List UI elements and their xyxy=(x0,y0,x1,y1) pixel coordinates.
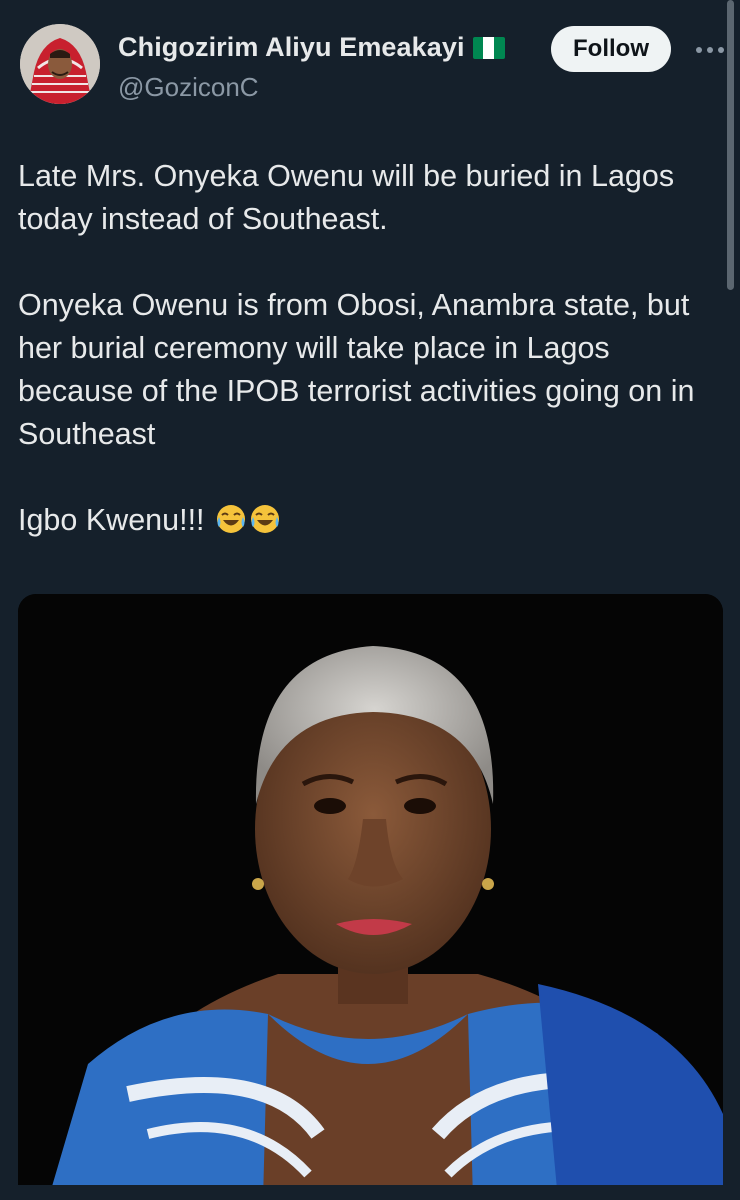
tears-of-joy-emoji-icon xyxy=(217,505,245,533)
scrollbar[interactable] xyxy=(727,0,734,290)
tweet-header: Chigozirim Aliyu Emeakayi @GoziconC Foll… xyxy=(0,0,740,130)
author-name-row: Chigozirim Aliyu Emeakayi xyxy=(118,32,505,63)
author-display-name[interactable]: Chigozirim Aliyu Emeakayi xyxy=(118,32,465,63)
portrait-photo xyxy=(18,594,723,1200)
tears-of-joy-emoji-icon xyxy=(251,505,279,533)
tweet-paragraph-last: Igbo Kwenu!!! xyxy=(18,499,718,542)
avatar-image xyxy=(20,24,100,104)
bottom-strip xyxy=(0,1185,740,1200)
tweet-paragraph: Late Mrs. Onyeka Owenu will be buried in… xyxy=(18,159,675,236)
tweet-photo[interactable] xyxy=(18,594,723,1200)
more-options-icon[interactable] xyxy=(690,30,730,70)
tweet-paragraph: Onyeka Owenu is from Obosi, Anambra stat… xyxy=(18,288,695,451)
follow-button[interactable]: Follow xyxy=(551,26,671,72)
nigeria-flag-icon xyxy=(472,36,505,59)
tweet-text: Late Mrs. Onyeka Owenu will be buried in… xyxy=(18,155,718,542)
author-avatar[interactable] xyxy=(20,24,100,104)
author-handle[interactable]: @GoziconC xyxy=(118,72,259,103)
tweet-paragraph-text: Igbo Kwenu!!! xyxy=(18,503,205,537)
